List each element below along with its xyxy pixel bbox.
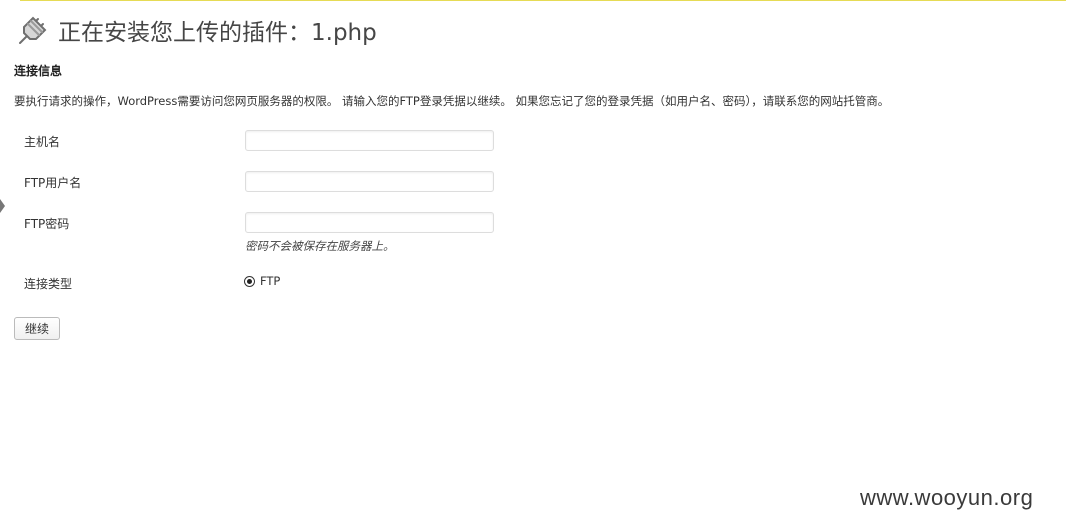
hostname-input[interactable]: [245, 130, 494, 151]
plugin-plug-icon: [16, 13, 50, 47]
page-heading: 正在安装您上传的插件：1.php: [16, 12, 377, 48]
top-notice-rule: [20, 0, 1066, 1]
ftp-password-label: FTP密码: [24, 217, 70, 231]
continue-button[interactable]: 继续: [14, 317, 60, 340]
section-title: 连接信息: [14, 64, 63, 78]
connection-type-ftp-label: FTP: [260, 274, 281, 288]
description-text: 要执行请求的操作，WordPress需要访问您网页服务器的权限。 请输入您的FT…: [14, 94, 890, 108]
ftp-username-input[interactable]: [245, 171, 494, 192]
connection-type-label: 连接类型: [24, 277, 73, 291]
watermark: www.wooyun.org: [860, 485, 1034, 510]
hostname-label: 主机名: [24, 135, 61, 149]
ftp-username-label: FTP用户名: [24, 176, 82, 190]
ftp-password-input[interactable]: [245, 212, 494, 233]
page-title: 正在安装您上传的插件：1.php: [58, 20, 377, 46]
password-hint: 密码不会被保存在服务器上。: [245, 239, 395, 253]
left-edge-arrow-icon: [0, 199, 5, 213]
connection-type-ftp-radio[interactable]: [244, 275, 255, 287]
connection-type-ftp-option[interactable]: FTP: [244, 274, 280, 288]
